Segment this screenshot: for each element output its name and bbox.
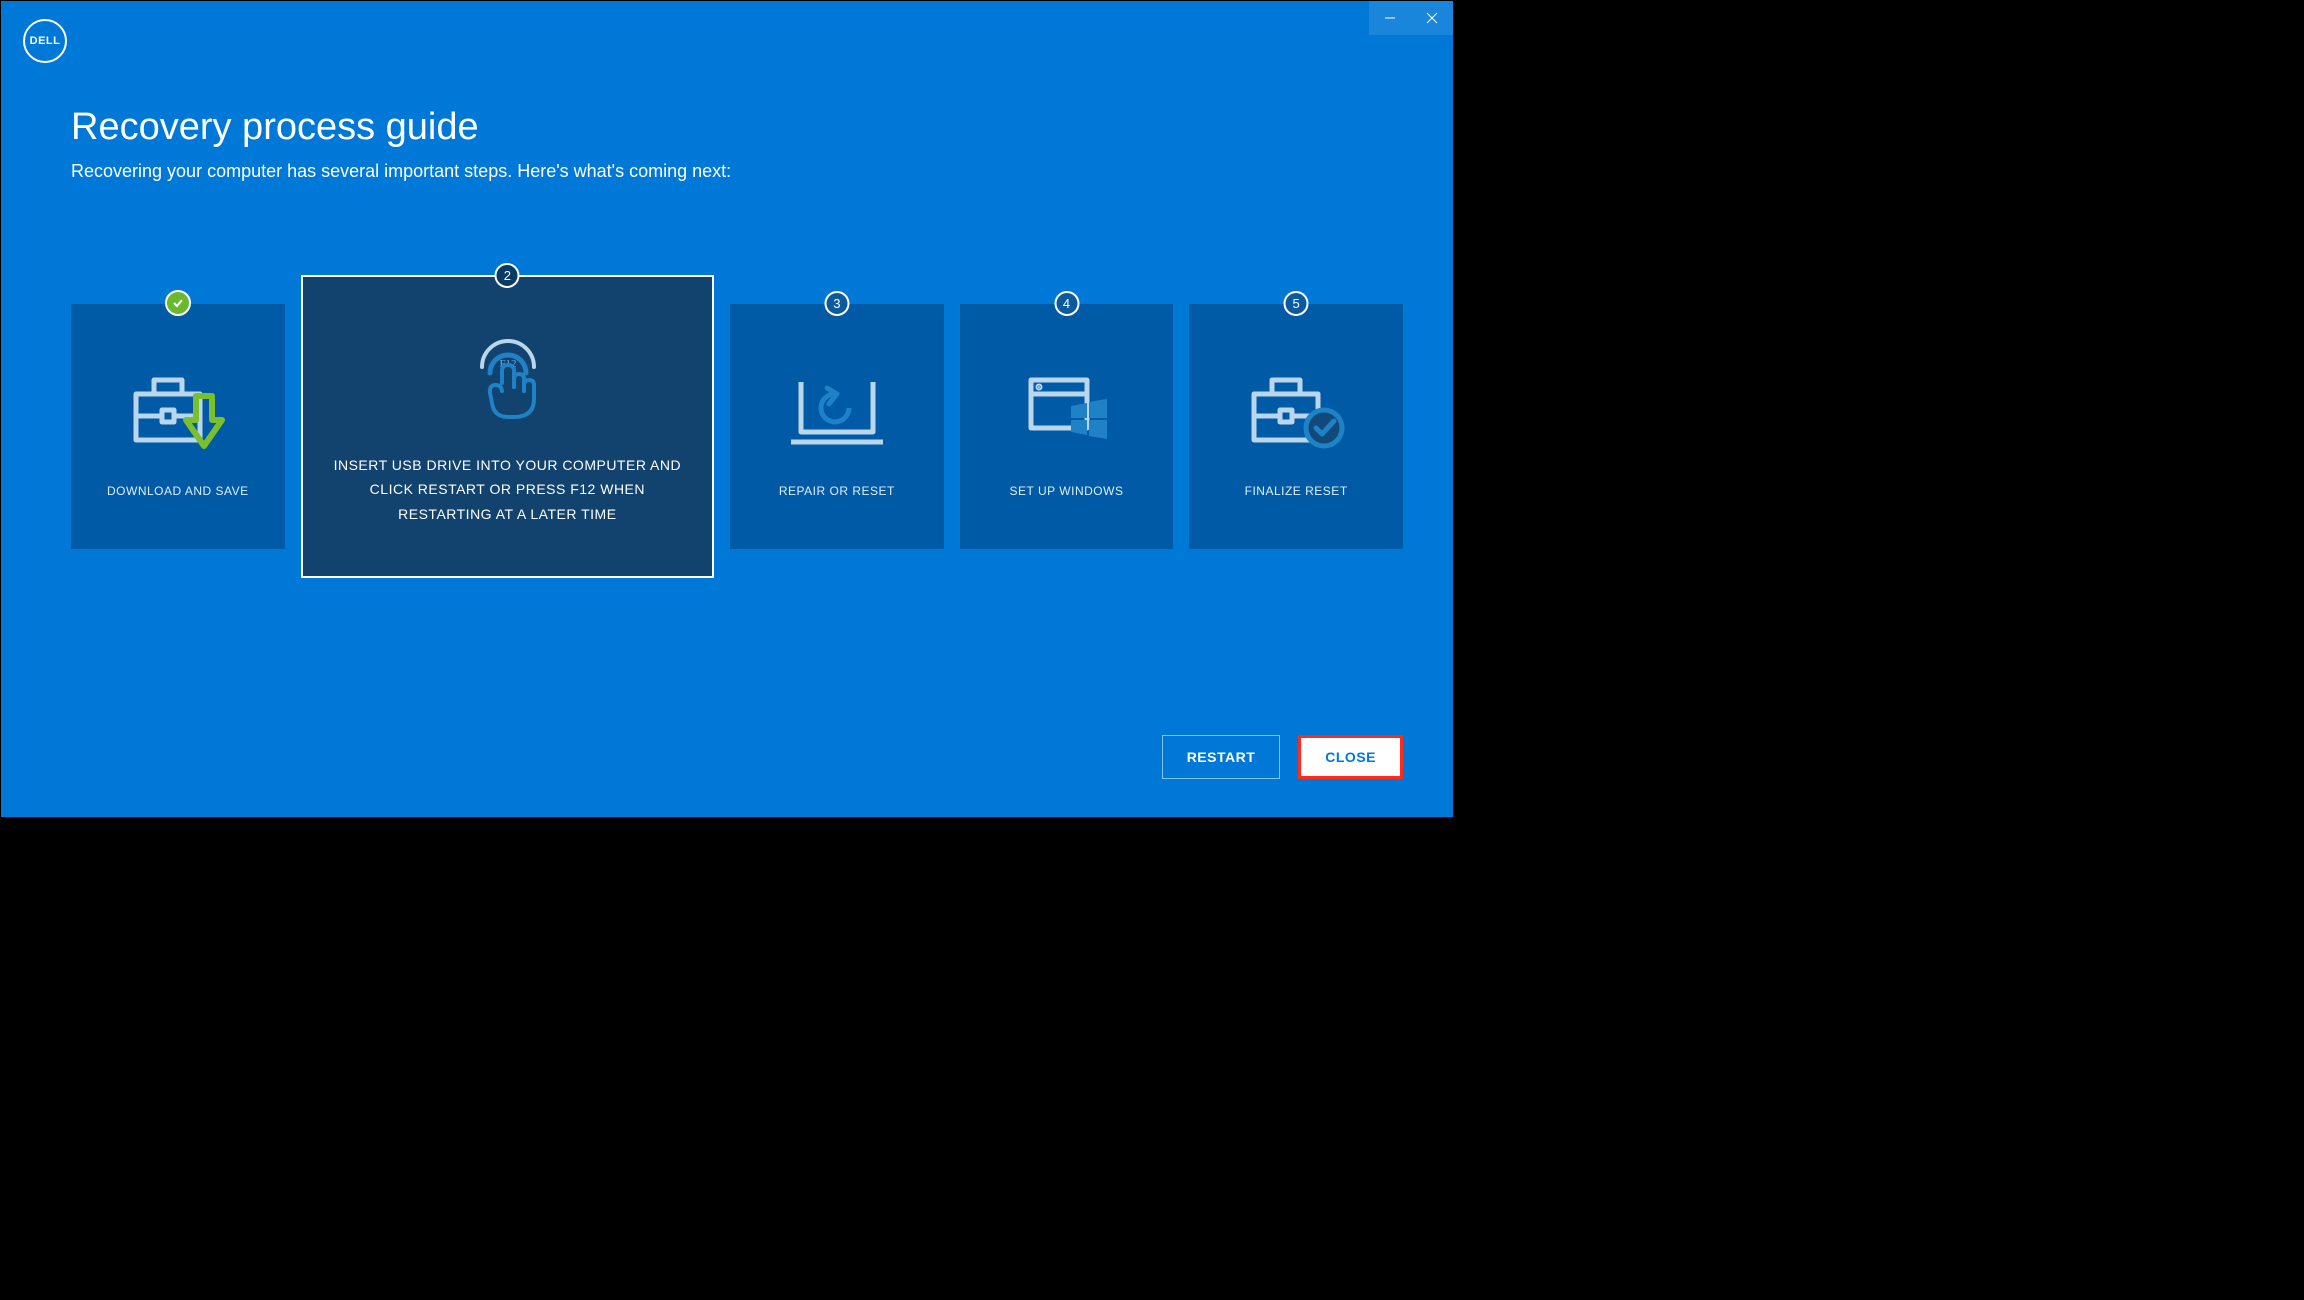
- page-title: Recovery process guide: [71, 106, 1403, 149]
- step-card-setup-windows: 4 SET UP WINDOWS: [960, 304, 1174, 549]
- minimize-button[interactable]: [1369, 1, 1411, 35]
- repair-reset-icon: [787, 366, 887, 456]
- step-number-badge: 2: [495, 263, 520, 288]
- step-number-badge: 5: [1284, 291, 1309, 316]
- checkmark-badge: [165, 290, 191, 316]
- step-label: FINALIZE RESET: [1237, 484, 1356, 498]
- recovery-guide-window: DELL Recovery process guide Recovering y…: [0, 0, 1454, 818]
- window-titlebar: [1369, 1, 1453, 35]
- step-label: REPAIR OR RESET: [771, 484, 903, 498]
- close-icon: [1426, 12, 1438, 24]
- step-card-finalize: 5 FINALIZE RESET: [1189, 304, 1403, 549]
- step-card-insert-usb: 2 F12 INSE: [301, 275, 714, 578]
- setup-windows-icon: [1017, 366, 1117, 456]
- page-subtitle: Recovering your computer has several imp…: [71, 161, 1403, 182]
- footer-buttons: RESTART CLOSE: [1162, 735, 1403, 779]
- download-save-icon: [128, 366, 228, 456]
- dell-logo: DELL: [23, 19, 67, 63]
- checkmark-icon: [171, 296, 185, 310]
- steps-row: DOWNLOAD AND SAVE 2 F12: [71, 275, 1403, 578]
- restart-button[interactable]: RESTART: [1162, 735, 1281, 779]
- close-window-button[interactable]: [1411, 1, 1453, 35]
- step-number-badge: 3: [824, 291, 849, 316]
- step-label: INSERT USB DRIVE INTO YOUR COMPUTER AND …: [303, 453, 712, 527]
- step-label: SET UP WINDOWS: [1002, 484, 1132, 498]
- close-button[interactable]: CLOSE: [1298, 735, 1403, 779]
- minimize-icon: [1384, 12, 1396, 24]
- step-number-badge: 4: [1054, 291, 1079, 316]
- step-label: DOWNLOAD AND SAVE: [99, 484, 257, 498]
- dell-logo-text: DELL: [30, 35, 61, 47]
- step-card-repair: 3 REPAIR OR RESET: [730, 304, 944, 549]
- content-area: Recovery process guide Recovering your c…: [71, 106, 1403, 182]
- finalize-reset-icon: [1246, 366, 1346, 456]
- press-f12-icon: F12: [452, 327, 562, 427]
- step-card-download: DOWNLOAD AND SAVE: [71, 304, 285, 549]
